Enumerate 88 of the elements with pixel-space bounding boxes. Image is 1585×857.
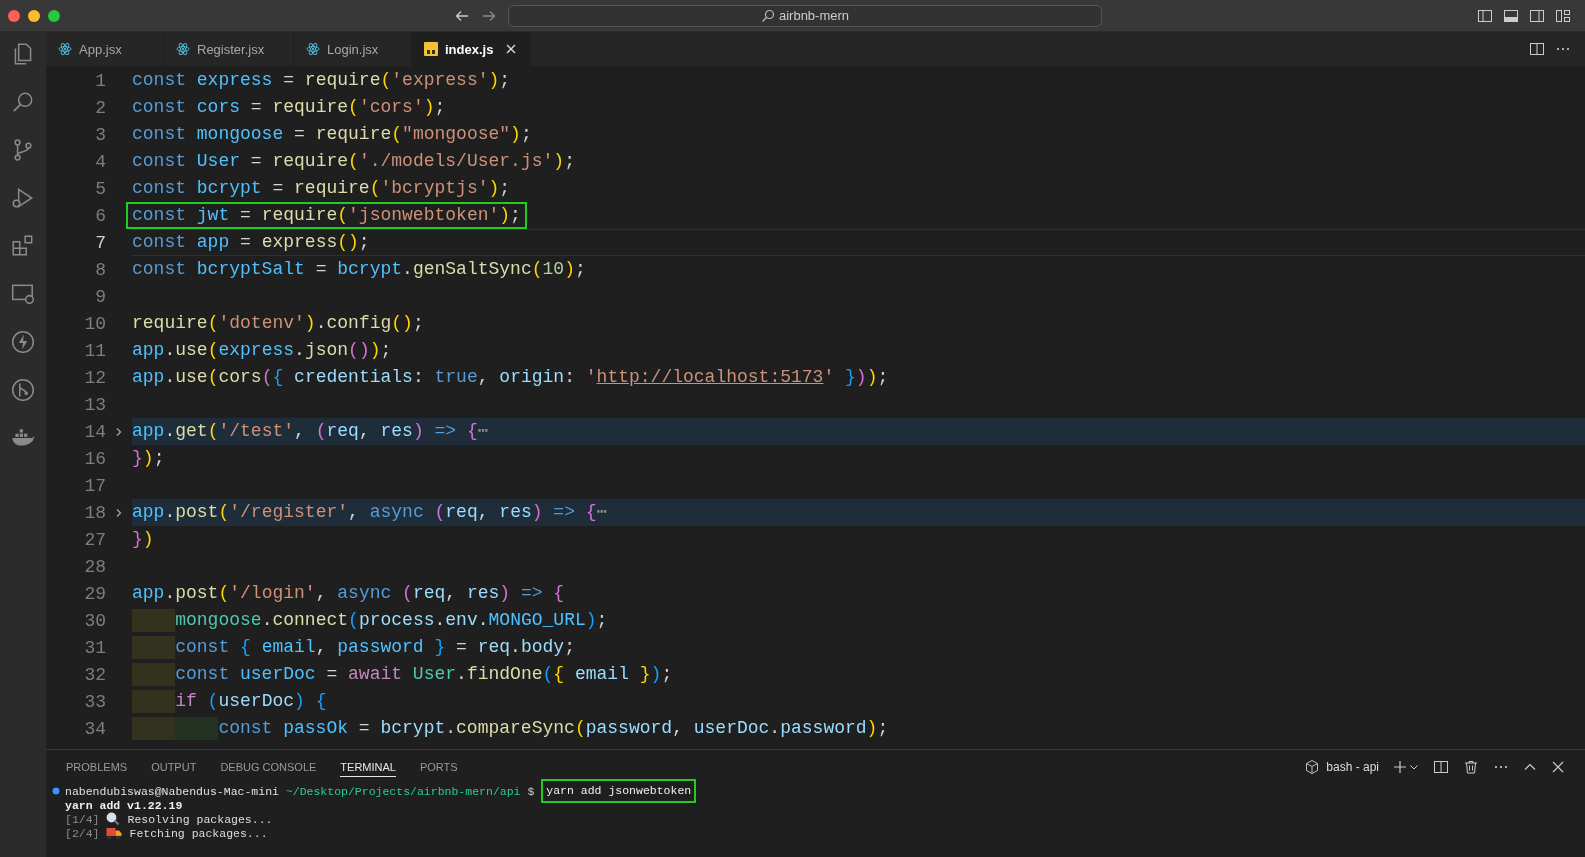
line-number: 1: [94, 70, 106, 91]
split-editor-icon[interactable]: [1529, 41, 1545, 57]
magnifier-icon: [105, 812, 120, 826]
close-icon[interactable]: [1551, 760, 1565, 774]
code-line: const bcryptSalt = bcrypt.genSaltSync(10);: [131, 258, 587, 281]
line-number: 8: [94, 259, 106, 280]
panel-tab[interactable]: TERMINAL: [340, 757, 396, 777]
chevron-right-icon[interactable]: [114, 507, 124, 518]
line-number: 17: [83, 475, 106, 496]
code-line: });: [131, 447, 166, 470]
terminal-output: yarn add v1.22.19: [65, 798, 183, 812]
code-line: const User = require('./models/User.js');: [131, 150, 576, 173]
code-line: const userDoc = await User.findOne({ email });: [126, 661, 679, 688]
panel-tab[interactable]: PORTS: [419, 757, 458, 777]
code-line: app.use(express.json());: [131, 339, 393, 362]
code-line: app.post('/login', async (req, res) => {: [131, 582, 566, 605]
window-title: airbnb-mern: [778, 8, 850, 23]
code-line: const { email, password } = req.body;: [126, 634, 581, 661]
line-number: 27: [83, 529, 106, 550]
customize-layout-icon[interactable]: [1555, 7, 1571, 24]
line-number: 13: [83, 394, 106, 415]
line-number: 29: [83, 583, 106, 604]
toggle-sidebar-icon[interactable]: [1477, 7, 1493, 24]
cube-icon: [1304, 759, 1321, 775]
git-graph-icon[interactable]: [10, 377, 36, 403]
chevron-down-icon[interactable]: [1409, 762, 1419, 772]
step-counter: [2/4]: [65, 826, 100, 840]
code-line: app.post('/register', async (req, res) => {⋯: [131, 501, 609, 524]
plus-icon[interactable]: [1393, 760, 1407, 774]
line-number: 28: [83, 556, 106, 577]
truck-icon: [105, 826, 122, 840]
code-line: const passOk = bcrypt.compareSync(password, userDoc.password);: [126, 715, 895, 742]
react-file-icon: [306, 42, 320, 56]
panel-tab[interactable]: PROBLEMS: [66, 757, 128, 777]
terminal-output: Resolving packages...: [127, 812, 273, 826]
terminal-prompt: nabendubiswas@Nabendus-Mac-mini ~/Desktop/Projects/airbnb-mern/api $: [65, 784, 535, 798]
line-number: 6: [94, 205, 106, 226]
line-number: 5: [94, 178, 106, 199]
line-number: 14: [83, 421, 106, 442]
toggle-secondary-sidebar-icon[interactable]: [1529, 7, 1545, 24]
step-counter: [1/4]: [65, 812, 100, 826]
status-dot-icon: [52, 787, 60, 795]
code-line: mongoose.connect(process.env.MONGO_URL);: [126, 607, 614, 634]
terminal-command: yarn add jsonwebtoken: [541, 779, 697, 803]
close-window-button[interactable]: [8, 9, 20, 22]
terminal-output: Fetching packages...: [129, 826, 268, 840]
line-number: 3: [94, 124, 106, 145]
line-number: 12: [83, 367, 106, 388]
line-number: 4: [94, 151, 106, 172]
line-number: 9: [94, 286, 106, 307]
code-line: require('dotenv').config();: [131, 312, 425, 335]
close-icon[interactable]: [505, 43, 517, 55]
trash-icon[interactable]: [1463, 759, 1479, 775]
lightning-icon[interactable]: [10, 329, 36, 355]
split-terminal-icon[interactable]: [1433, 759, 1449, 775]
code-line: const bcrypt = require('bcryptjs');: [131, 177, 512, 200]
code-line: app.get('/test', (req, res) => {⋯: [131, 420, 490, 443]
code-line: app.use(cors({ credentials: true, origin: 'http://localhost:5173' }));: [131, 366, 890, 389]
line-number: 7: [94, 232, 106, 253]
react-file-icon: [58, 42, 72, 56]
line-number: 34: [83, 718, 106, 739]
terminal-name[interactable]: bash - api: [1326, 760, 1379, 774]
code-line: }): [131, 528, 155, 551]
command-center-search[interactable]: airbnb-mern: [508, 4, 1102, 27]
line-number: 16: [83, 448, 106, 469]
line-number: 10: [83, 313, 106, 334]
line-number: 31: [83, 637, 106, 658]
code-line: const app = express();: [131, 231, 371, 254]
line-number: 32: [83, 664, 106, 685]
js-file-icon: [424, 42, 438, 56]
zoom-window-button[interactable]: [48, 9, 60, 22]
line-number: 2: [94, 97, 106, 118]
line-number: 18: [83, 502, 106, 523]
code-line: const mongoose = require("mongoose");: [131, 123, 533, 146]
line-number: 11: [83, 340, 106, 361]
chevron-right-icon[interactable]: [114, 426, 124, 437]
code-line: const cors = require('cors');: [131, 96, 447, 119]
react-file-icon: [176, 42, 190, 56]
panel-tab[interactable]: DEBUG CONSOLE: [220, 757, 317, 777]
toggle-panel-icon[interactable]: [1503, 7, 1519, 24]
code-line: if (userDoc) {: [126, 688, 333, 715]
panel-tab[interactable]: OUTPUT: [151, 757, 197, 777]
search-icon: [760, 8, 775, 23]
editor-tab[interactable]: index.js: [412, 32, 530, 66]
minimize-window-button[interactable]: [28, 9, 40, 22]
line-number: 33: [83, 691, 106, 712]
line-number: 30: [83, 610, 106, 631]
code-line: const express = require('express');: [131, 69, 512, 92]
